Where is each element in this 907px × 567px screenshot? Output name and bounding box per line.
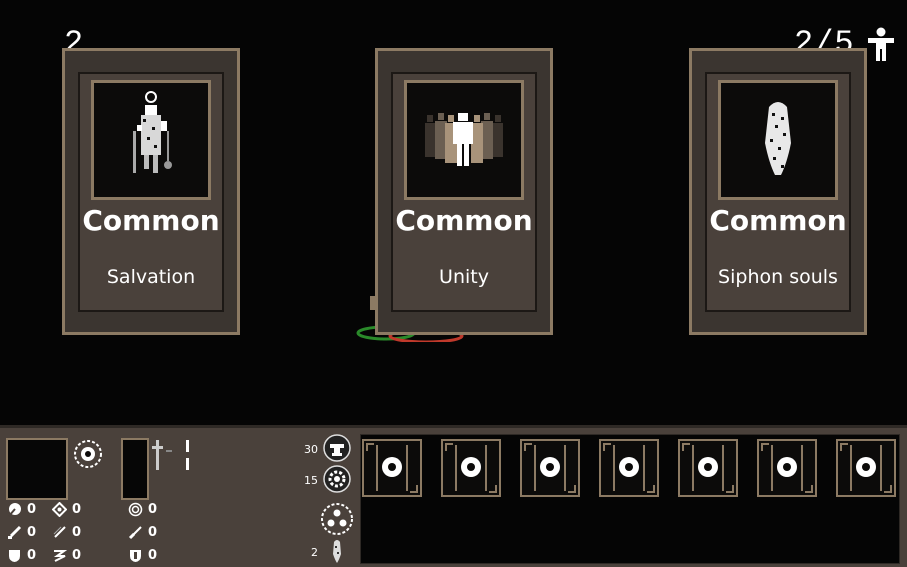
- card-name: Salvation: [106, 266, 196, 288]
- target-gear-icon: [74, 440, 102, 468]
- card-image-frame: [91, 80, 211, 200]
- card-inner: Common Unity: [391, 72, 537, 312]
- upgrade-card-salvation[interactable]: Common Salvation: [62, 48, 240, 335]
- sword-icon: [8, 525, 22, 539]
- stat-value: 0: [148, 502, 158, 517]
- magic-attack-icon: [8, 503, 21, 517]
- build-wheel-icon[interactable]: [320, 502, 354, 536]
- card-name: Siphon souls: [718, 266, 838, 288]
- equipment-slot[interactable]: [121, 438, 149, 500]
- card-image-frame: [404, 80, 524, 200]
- inventory-slot[interactable]: [757, 439, 817, 497]
- robed-figure-icon: [133, 91, 172, 173]
- gear-count: 15: [304, 474, 318, 487]
- card-rarity: Common: [709, 204, 847, 237]
- card-name: Unity: [439, 266, 489, 288]
- magic-resist-icon: [52, 502, 67, 517]
- soul-icon: [333, 540, 341, 563]
- stat-value: 0: [148, 548, 158, 563]
- sword-meter-icon: [152, 440, 189, 470]
- inventory-slot[interactable]: [362, 439, 422, 497]
- bottom-panel: 0 0 0 0 0 0 0 0 0 30 15 2: [0, 425, 907, 567]
- card-image-frame: [718, 80, 838, 200]
- inventory-slot[interactable]: [836, 439, 896, 497]
- range-icon: [128, 502, 143, 517]
- card-rarity: Common: [395, 204, 533, 237]
- anvil-count: 30: [304, 443, 318, 456]
- soul-wisp-icon: [765, 102, 791, 175]
- stat-value: 0: [27, 525, 37, 540]
- stat-value: 0: [72, 548, 82, 563]
- inventory-panel: [360, 434, 900, 564]
- crowd-icon: [425, 113, 503, 166]
- inventory-slot[interactable]: [599, 439, 659, 497]
- stat-value: 0: [27, 502, 37, 517]
- upgrade-card-unity[interactable]: Common Unity: [375, 48, 553, 335]
- upgrade-card-siphon-souls[interactable]: Common Siphon souls: [689, 48, 867, 335]
- card-inner: Common Siphon souls: [705, 72, 851, 312]
- attack-speed-icon: [128, 526, 142, 540]
- unit-portrait-slot[interactable]: [6, 438, 68, 500]
- inventory-slot[interactable]: [678, 439, 738, 497]
- card-inner: Common Salvation: [78, 72, 224, 312]
- person-icon: [868, 27, 894, 61]
- speed-icon: [53, 550, 67, 562]
- soul-count: 2: [311, 546, 318, 559]
- stat-value: 0: [27, 548, 37, 563]
- shield-icon: [9, 550, 20, 562]
- pierce-icon: [53, 526, 66, 538]
- inventory-slot[interactable]: [520, 439, 580, 497]
- stat-value: 0: [72, 525, 82, 540]
- inventory-slot[interactable]: [441, 439, 501, 497]
- stat-value: 0: [72, 502, 82, 517]
- anvil-icon[interactable]: [323, 434, 351, 462]
- stat-value: 0: [148, 525, 158, 540]
- armor-icon: [130, 550, 141, 562]
- card-rarity: Common: [82, 204, 220, 237]
- gear-icon[interactable]: [323, 465, 351, 493]
